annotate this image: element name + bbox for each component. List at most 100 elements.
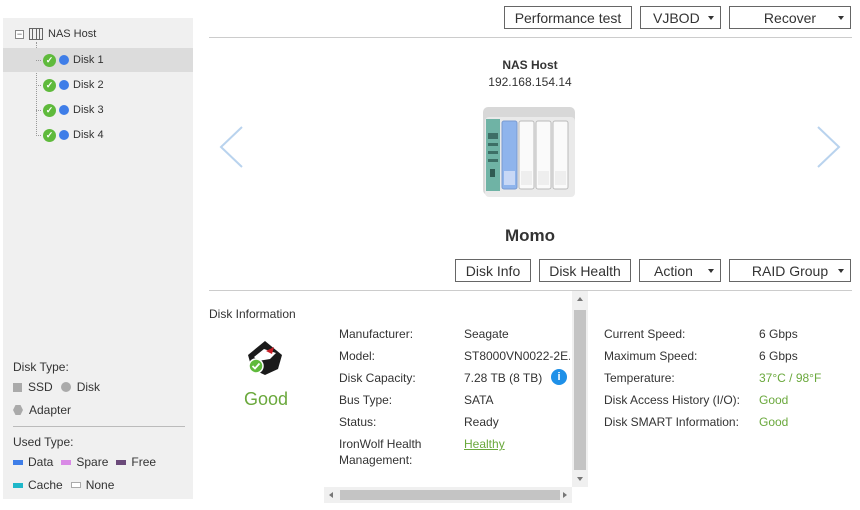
toolbar-divider — [209, 37, 852, 38]
tree-branch-line — [36, 59, 41, 61]
sidebar-item-disk-2[interactable]: ✓ Disk 2 — [3, 73, 193, 97]
check-icon: ✓ — [43, 103, 56, 117]
maximum-speed-label: Maximum Speed: — [604, 349, 698, 363]
disk-name-title: Momo — [504, 226, 556, 245]
next-arrow-icon[interactable] — [816, 125, 842, 169]
used-type-legend-title: Used Type: — [13, 435, 74, 449]
manufacturer-value: Seagate — [464, 327, 509, 341]
scroll-left-icon[interactable] — [329, 492, 333, 498]
disk-info-label: Disk Info — [465, 262, 521, 279]
legend-disk: Disk — [60, 380, 101, 394]
legend-ssd: SSD — [13, 380, 53, 394]
legend-none-label: None — [85, 478, 115, 492]
vjbod-label: VJBOD — [653, 9, 700, 26]
disk-smart-label: Disk SMART Information: — [604, 415, 739, 429]
sidebar-item-label: Disk 4 — [73, 129, 104, 141]
scroll-down-icon[interactable] — [577, 477, 583, 481]
info-icon[interactable]: i — [551, 369, 567, 385]
ironwolf-disk-icon — [248, 341, 282, 375]
device-name: NAS Host — [502, 58, 558, 72]
legend-divider — [13, 426, 185, 427]
tabs-divider — [209, 290, 852, 291]
ironwolf-label-line1: IronWolf Health — [339, 437, 422, 451]
legend-adapter: Adapter — [13, 403, 71, 417]
disk-type-dot-icon — [59, 80, 69, 90]
disk-circle-icon — [60, 382, 71, 392]
disk-type-dot-icon — [59, 55, 69, 65]
legend-cache: Cache — [13, 478, 63, 492]
vjbod-dropdown[interactable]: VJBOD — [640, 6, 721, 29]
used-type-legend-row: Data Spare Free — [13, 455, 185, 469]
raid-group-dropdown[interactable]: RAID Group — [729, 259, 851, 282]
ironwolf-health-link[interactable]: Healthy — [464, 436, 505, 452]
legend-none: None — [70, 478, 115, 492]
free-swatch-icon — [116, 459, 127, 465]
disk-type-legend-title: Disk Type: — [13, 360, 69, 374]
recover-dropdown[interactable]: Recover — [729, 6, 851, 29]
vertical-scrollbar[interactable] — [572, 291, 588, 487]
legend-disk-label: Disk — [76, 380, 101, 394]
disk-access-history-value: Good — [759, 393, 789, 407]
scroll-up-icon[interactable] — [577, 297, 583, 301]
sidebar-item-disk-4[interactable]: ✓ Disk 4 — [3, 123, 193, 147]
bus-type-value: SATA — [464, 393, 494, 407]
device-ip: 192.168.154.14 — [488, 75, 572, 89]
vertical-scroll-thumb[interactable] — [574, 310, 586, 470]
legend-cache-label: Cache — [28, 478, 63, 492]
adapter-hexagon-icon — [13, 405, 23, 415]
storage-manager-window: − NAS Host ✓ Disk 1 ✓ Disk 2 ✓ Disk 3 ✓ — [0, 0, 860, 510]
legend-adapter-label: Adapter — [29, 403, 72, 417]
sidebar-item-disk-3[interactable]: ✓ Disk 3 — [3, 98, 193, 122]
disk-health-label: Disk Health — [549, 262, 621, 279]
nas-host-icon — [29, 28, 43, 40]
bus-type-label: Bus Type: — [339, 393, 393, 407]
legend-free-label: Free — [131, 455, 157, 469]
sidebar-item-disk-1[interactable]: ✓ Disk 1 — [3, 48, 193, 72]
nas-device-image — [483, 107, 575, 197]
disk-capacity-value: 7.28 TB (8 TB) — [464, 371, 543, 385]
tree-root-label: NAS Host — [48, 28, 97, 40]
caret-down-icon — [838, 269, 844, 273]
legend: Disk Type: SSD Disk Adapter Used Type: D… — [13, 360, 185, 501]
legend-ssd-label: SSD — [28, 380, 53, 394]
tree-branch-line — [36, 134, 41, 136]
used-type-legend-row-2: Cache None — [13, 478, 185, 492]
disk-health-button[interactable]: Disk Health — [539, 259, 631, 282]
sidebar-item-label: Disk 1 — [73, 54, 104, 66]
performance-test-label: Performance test — [514, 9, 622, 26]
tree-branch-line — [36, 109, 41, 111]
cache-swatch-icon — [13, 482, 23, 488]
action-label: Action — [654, 262, 693, 279]
previous-arrow-icon[interactable] — [218, 125, 244, 169]
horizontal-scroll-thumb[interactable] — [340, 490, 560, 500]
disk-type-legend-row: SSD Disk — [13, 380, 185, 394]
legend-data: Data — [13, 455, 53, 469]
current-speed-label: Current Speed: — [604, 327, 686, 341]
temperature-value: 37°C / 98°F — [759, 371, 822, 385]
scroll-right-icon[interactable] — [563, 492, 567, 498]
caret-down-icon — [708, 16, 714, 20]
tree-root-nas-host[interactable]: − NAS Host — [15, 26, 96, 42]
disk-info-button[interactable]: Disk Info — [455, 259, 531, 282]
disk-status-text: Good — [243, 389, 289, 409]
collapse-icon[interactable]: − — [15, 29, 24, 39]
horizontal-scrollbar[interactable] — [324, 487, 572, 503]
recover-label: Recover — [763, 9, 817, 26]
disk-type-dot-icon — [59, 130, 69, 140]
legend-spare-label: Spare — [76, 455, 109, 469]
adapter-legend-row: Adapter — [13, 403, 185, 417]
disk-type-dot-icon — [59, 105, 69, 115]
check-icon: ✓ — [43, 53, 56, 67]
action-dropdown[interactable]: Action — [639, 259, 721, 282]
legend-spare: Spare — [61, 455, 108, 469]
performance-test-button[interactable]: Performance test — [504, 6, 632, 29]
current-speed-value: 6 Gbps — [759, 327, 798, 341]
spare-swatch-icon — [61, 459, 72, 465]
caret-down-icon — [708, 269, 714, 273]
maximum-speed-value: 6 Gbps — [759, 349, 798, 363]
raid-group-label: RAID Group — [751, 262, 829, 279]
ssd-square-icon — [13, 382, 22, 392]
manufacturer-label: Manufacturer: — [339, 327, 414, 341]
sidebar: − NAS Host ✓ Disk 1 ✓ Disk 2 ✓ Disk 3 ✓ — [3, 18, 193, 499]
status-label: Status: — [339, 415, 377, 429]
